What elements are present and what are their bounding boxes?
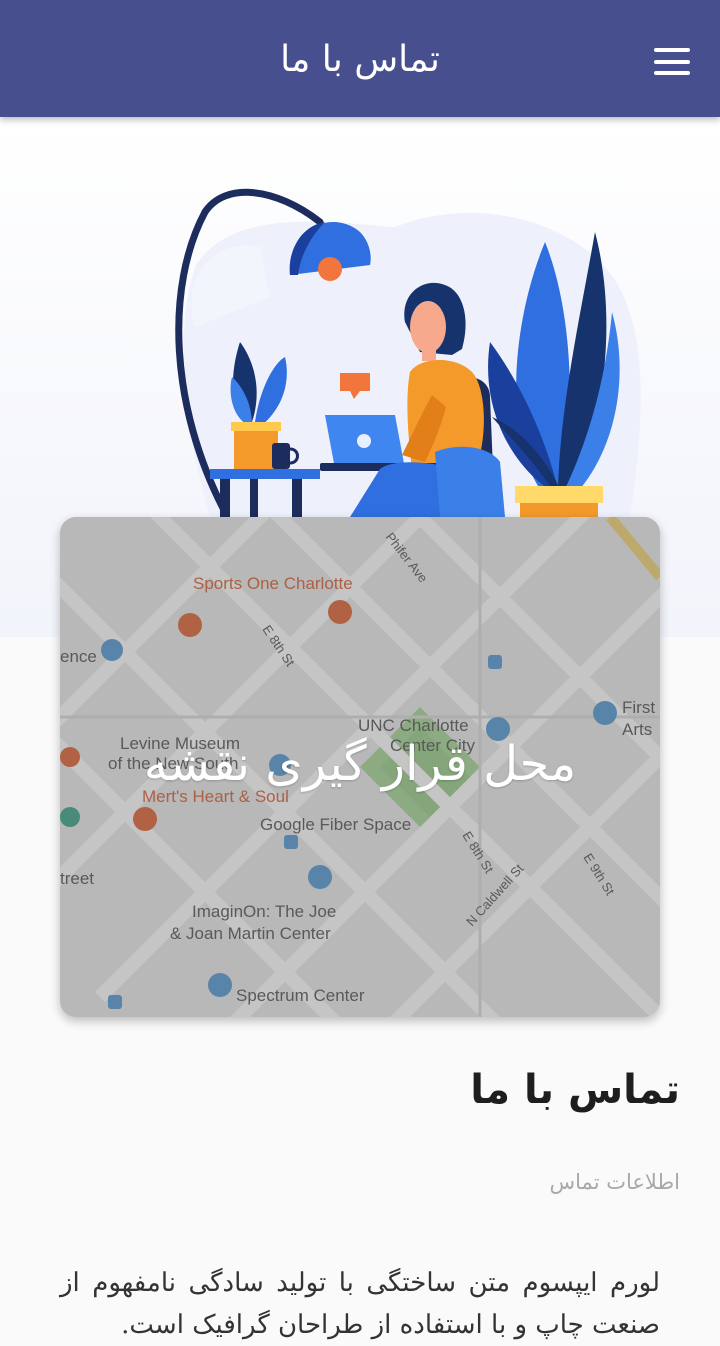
map-card[interactable]: Sports One Charlotte Levine Museum of th…: [60, 517, 660, 1017]
body-paragraph: لورم ایپسوم متن ساختگی با تولید سادگی نا…: [60, 1268, 660, 1340]
app-bar-title: تماس با ما: [280, 39, 440, 80]
hamburger-menu-icon[interactable]: [654, 48, 690, 75]
page-title: تماس با ما: [470, 1067, 680, 1113]
map-caption: محل قرار گیری نقشه: [143, 736, 577, 792]
section-subtitle: اطلاعات تماس: [549, 1170, 680, 1194]
menu-line: [654, 59, 690, 64]
menu-line: [654, 71, 690, 75]
app-bar: تماس با ما: [0, 0, 720, 117]
menu-line: [654, 48, 690, 52]
